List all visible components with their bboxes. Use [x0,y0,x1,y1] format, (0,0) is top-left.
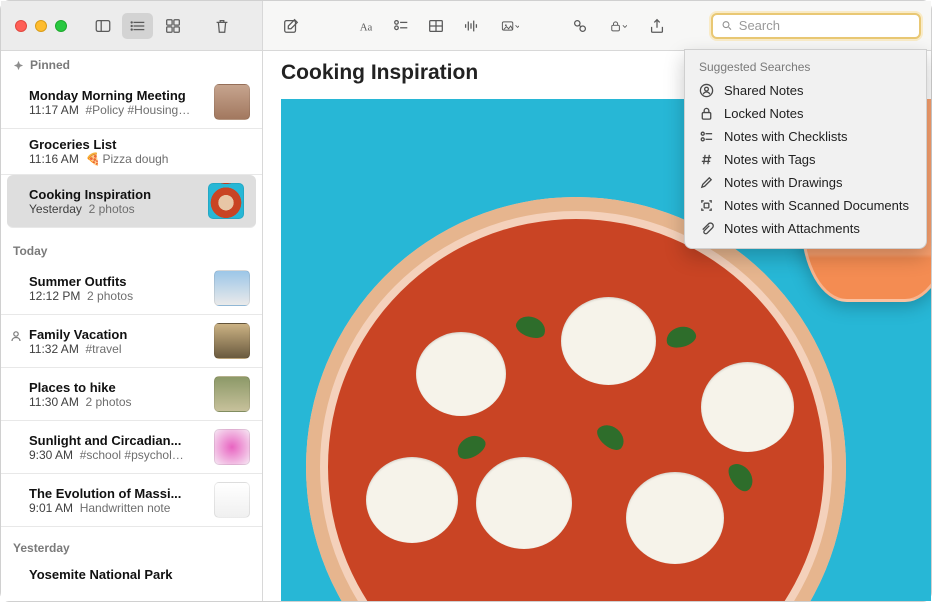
item-label: Locked Notes [724,106,804,121]
scan-icon [699,198,714,213]
note-time: 12:12 PM [29,289,80,303]
gallery-view-button[interactable] [157,13,188,39]
list-view-button[interactable] [122,13,153,39]
suggested-searches-dropdown: Suggested Searches Shared Notes Locked N… [684,49,927,249]
note-title: Cooking Inspiration [29,187,200,202]
shared-icon [9,329,23,343]
traffic-lights [15,20,67,32]
note-sub: 2 photos [85,395,131,409]
checklist-button[interactable] [385,13,416,39]
note-time: 11:16 AM [29,152,79,166]
note-sub: #travel [85,342,121,356]
pizza-emoji-icon: 🍕 [85,152,100,166]
suggested-drawings[interactable]: Notes with Drawings [685,171,926,194]
window-titlebar: Aa [1,1,931,51]
suggested-scanned-documents[interactable]: Notes with Scanned Documents [685,194,926,217]
search-icon [721,19,733,32]
note-thumbnail [208,183,244,219]
note-thumbnail [214,482,250,518]
note-sub: #school #psychol… [80,448,184,462]
note-title: Groceries List [29,137,250,152]
note-row-sunlight-circadian[interactable]: Sunlight and Circadian... 9:30 AM #schoo… [1,421,262,474]
note-row-cooking-inspiration[interactable]: Cooking Inspiration Yesterday 2 photos [7,175,256,228]
titlebar-editor-area: Aa [263,1,931,50]
suggested-attachments[interactable]: Notes with Attachments [685,217,926,240]
note-thumbnail [214,376,250,412]
note-sub: #Policy #Housing… [85,103,190,117]
note-row-yosemite[interactable]: Yosemite National Park [1,559,262,590]
notes-list-sidebar[interactable]: Pinned Monday Morning Meeting 11:17 AM #… [1,51,263,601]
note-title: Yosemite National Park [29,567,250,582]
note-row-places-to-hike[interactable]: Places to hike 11:30 AM 2 photos [1,368,262,421]
note-title: Sunlight and Circadian... [29,433,206,448]
suggested-tags[interactable]: Notes with Tags [685,148,926,171]
yesterday-label: Yesterday [13,541,70,555]
item-label: Shared Notes [724,83,804,98]
svg-text:Aa: Aa [359,21,372,33]
note-thumbnail [214,84,250,120]
media-button[interactable] [490,13,530,39]
note-sub: Pizza dough [102,152,168,166]
link-note-button[interactable] [564,13,595,39]
note-sub: 2 photos [89,202,135,216]
audio-button[interactable] [455,13,486,39]
note-time: 11:17 AM [29,103,79,117]
note-time: 9:01 AM [29,501,73,515]
note-time: 11:32 AM [29,342,79,356]
today-label: Today [13,244,47,258]
note-title: Family Vacation [29,327,206,342]
note-sub: Handwritten note [80,501,171,515]
hashtag-icon [699,152,714,167]
note-title: Monday Morning Meeting [29,88,206,103]
note-title: The Evolution of Massi... [29,486,206,501]
item-label: Notes with Tags [724,152,816,167]
window-minimize-button[interactable] [35,20,47,32]
item-label: Notes with Drawings [724,175,843,190]
note-row-groceries-list[interactable]: Groceries List 11:16 AM 🍕Pizza dough [1,129,262,175]
note-time: 11:30 AM [29,395,79,409]
note-sub: 2 photos [87,289,133,303]
lock-button[interactable] [599,13,637,39]
suggested-checklists[interactable]: Notes with Checklists [685,125,926,148]
note-time: 9:30 AM [29,448,73,462]
lock-icon [699,106,714,121]
titlebar-sidebar-area [1,1,263,50]
note-title: Summer Outfits [29,274,206,289]
new-note-button[interactable] [275,13,306,39]
suggested-searches-header: Suggested Searches [685,58,926,79]
pinned-section-header: Pinned [1,51,262,76]
note-row-summer-outfits[interactable]: Summer Outfits 12:12 PM 2 photos [1,262,262,315]
search-input[interactable] [739,18,911,33]
note-thumbnail [214,323,250,359]
pinned-label: Pinned [30,58,70,72]
note-row-monday-morning-meeting[interactable]: Monday Morning Meeting 11:17 AM #Policy … [1,76,262,129]
note-title: Places to hike [29,380,206,395]
window-close-button[interactable] [15,20,27,32]
table-button[interactable] [420,13,451,39]
format-button[interactable]: Aa [350,13,381,39]
note-row-evolution-massi[interactable]: The Evolution of Massi... 9:01 AM Handwr… [1,474,262,527]
window-fullscreen-button[interactable] [55,20,67,32]
toggle-sidebar-button[interactable] [87,13,118,39]
suggested-shared-notes[interactable]: Shared Notes [685,79,926,102]
item-label: Notes with Attachments [724,221,860,236]
search-field[interactable] [711,13,921,39]
pizza-photo-placeholder [306,197,846,601]
note-thumbnail [214,270,250,306]
delete-note-button[interactable] [206,13,237,39]
checklist-icon [699,129,714,144]
note-row-family-vacation[interactable]: Family Vacation 11:32 AM #travel [1,315,262,368]
paperclip-icon [699,221,714,236]
person-circle-icon [699,83,714,98]
note-thumbnail [214,429,250,465]
pencil-icon [699,175,714,190]
note-time: Yesterday [29,202,82,216]
suggested-locked-notes[interactable]: Locked Notes [685,102,926,125]
share-button[interactable] [641,13,672,39]
today-section-header: Today [1,228,262,262]
pin-icon [13,60,24,71]
yesterday-section-header: Yesterday [1,527,262,559]
item-label: Notes with Checklists [724,129,848,144]
item-label: Notes with Scanned Documents [724,198,909,213]
